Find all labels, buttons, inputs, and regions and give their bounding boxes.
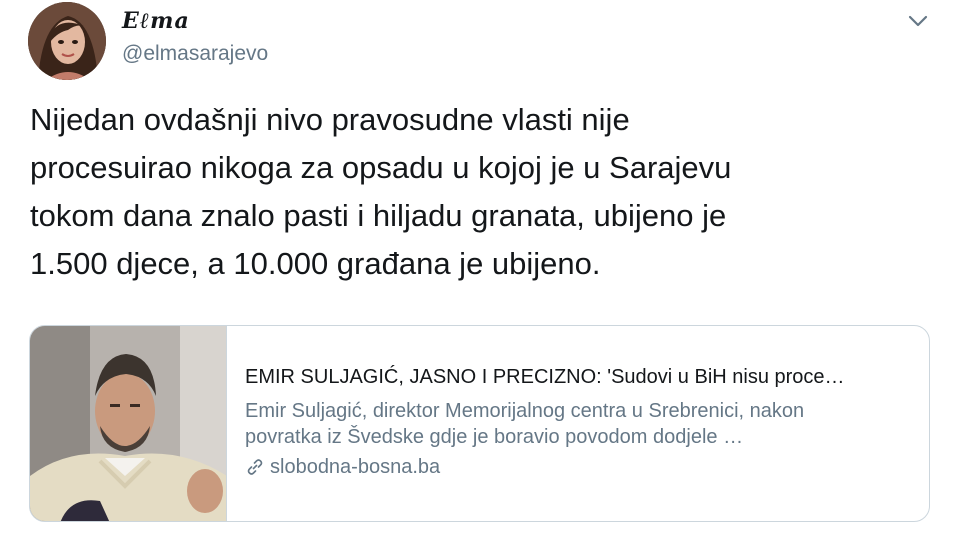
- avatar-photo: [28, 2, 106, 80]
- chevron-down-icon[interactable]: [905, 10, 931, 32]
- card-description-line1: Emir Suljagić, direktor Memorijalnog cen…: [245, 400, 805, 422]
- card-thumbnail: [30, 326, 227, 521]
- display-name[interactable]: Eℓma: [122, 8, 190, 34]
- link-preview-card[interactable]: EMIR SULJAGIĆ, JASNO I PRECIZNO: 'Sudovi…: [29, 325, 930, 522]
- card-body: EMIR SULJAGIĆ, JASNO I PRECIZNO: 'Sudovi…: [245, 364, 915, 480]
- card-title: EMIR SULJAGIĆ, JASNO I PRECIZNO: 'Sudovi…: [245, 366, 845, 388]
- avatar[interactable]: [28, 2, 106, 80]
- card-domain: slobodna-bosna.ba: [270, 456, 441, 478]
- link-icon: [245, 457, 265, 477]
- card-description-line2: povratka iz Švedske gdje je boravio povo…: [245, 426, 744, 448]
- tweet: Eℓma @elmasarajevo Nijedan ovdašnji nivo…: [0, 0, 973, 548]
- card-description: Emir Suljagić, direktor Memorijalnog cen…: [245, 398, 915, 450]
- tweet-text: Nijedan ovdašnji nivo pravosudne vlasti …: [30, 102, 732, 281]
- user-handle[interactable]: @elmasarajevo: [122, 42, 268, 66]
- card-domain-row: slobodna-bosna.ba: [245, 454, 915, 480]
